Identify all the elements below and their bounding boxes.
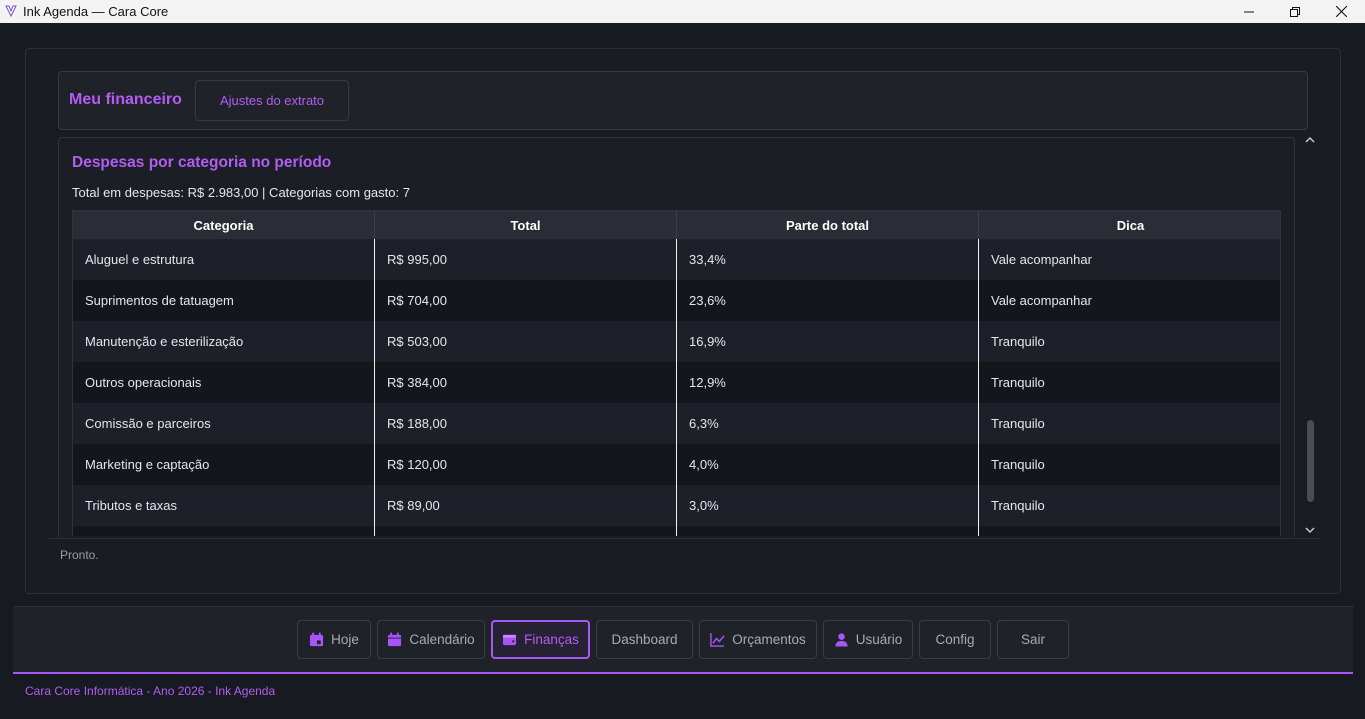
nav-label: Hoje [331,632,359,647]
nav-orcamentos-button[interactable]: Orçamentos [699,620,817,659]
brand-title: Meu financeiro [69,91,182,108]
wallet-icon [503,634,517,646]
app-logo-icon [5,5,17,18]
table-row[interactable]: Suprimentos de tatuagem R$ 704,00 23,6% … [73,280,1280,321]
cell-parte: 12,9% [677,362,979,403]
cell-categoria: Outros operacionais [73,362,375,403]
table-header: Categoria Total Parte do total Dica [73,211,1280,239]
calendar-day-icon [310,632,324,647]
cell-dica: Vale acompanhar [991,293,1092,308]
nav-hoje-button[interactable]: Hoje [297,620,371,659]
nav-label: Config [935,632,975,647]
table-row[interactable] [73,526,1280,536]
column-header-parte[interactable]: Parte do total [677,211,979,239]
footer-text: Cara Core Informática - Ano 2026 - Ink A… [25,684,276,698]
cell-categoria: Manutenção e esterilização [73,321,375,362]
cell-total: R$ 188,00 [375,403,677,444]
cell-parte: 6,3% [677,403,979,444]
expense-summary: Total em despesas: R$ 2.983,00 | Categor… [72,185,410,200]
nav-label: Orçamentos [732,632,806,647]
column-header-dica[interactable]: Dica [979,211,1280,239]
nav-sair-button[interactable]: Sair [997,620,1069,659]
restore-icon [1290,6,1300,17]
table-row[interactable]: Manutenção e esterilização R$ 503,00 16,… [73,321,1280,362]
cell-categoria: Comissão e parceiros [73,403,375,444]
nav-label: Sair [1020,632,1045,647]
cell-categoria: Aluguel e estrutura [73,239,375,280]
cell-dica: Tranquilo [991,416,1045,431]
cell-categoria [73,526,375,536]
table-row[interactable]: Aluguel e estrutura R$ 995,00 33,4% Vale… [73,239,1280,280]
divider [47,538,1319,539]
accent-divider [13,672,1353,674]
nav-dashboard-button[interactable]: Dashboard [596,620,693,659]
window-title: Ink Agenda — Cara Core [23,4,169,19]
table-row[interactable]: Comissão e parceiros R$ 188,00 6,3% Tran… [73,403,1280,444]
cell-parte [677,526,979,536]
cell-total: R$ 384,00 [375,362,677,403]
scrollbar-thumb[interactable] [1307,420,1314,502]
cell-parte: 23,6% [677,280,979,321]
cell-total: R$ 89,00 [375,485,677,526]
user-icon [835,633,848,647]
maximize-button[interactable] [1272,0,1318,23]
column-header-total[interactable]: Total [375,211,677,239]
cell-total: R$ 120,00 [375,444,677,485]
cell-parte: 4,0% [677,444,979,485]
cell-categoria: Marketing e captação [73,444,375,485]
chart-line-icon [710,632,725,647]
cell-categoria: Suprimentos de tatuagem [73,280,375,321]
nav-label: Finanças [524,632,579,647]
minimize-button[interactable] [1226,0,1272,23]
close-button[interactable] [1318,0,1364,23]
chevron-up-icon [1305,136,1315,143]
table-row[interactable]: Tributos e taxas R$ 89,00 3,0% Tranquilo [73,485,1280,526]
title-bar: Ink Agenda — Cara Core [0,0,1365,23]
expenses-table: Categoria Total Parte do total Dica Alug… [72,210,1281,536]
cell-dica: Tranquilo [991,334,1045,349]
cell-parte: 33,4% [677,239,979,280]
cell-dica: Tranquilo [991,498,1045,513]
table-row[interactable]: Marketing e captação R$ 120,00 4,0% Tran… [73,444,1280,485]
cell-total: R$ 503,00 [375,321,677,362]
nav-label: Calendário [409,632,475,647]
nav-label: Dashboard [611,632,678,647]
calendar-icon [388,632,402,647]
table-body: Aluguel e estrutura R$ 995,00 33,4% Vale… [73,239,1280,536]
column-header-categoria[interactable]: Categoria [73,211,375,239]
nav-label: Usuário [855,632,903,647]
cell-total [375,526,677,536]
cell-parte: 16,9% [677,321,979,362]
cell-dica: Vale acompanhar [991,252,1092,267]
cell-dica [979,526,1280,536]
section-title: Despesas por categoria no período [72,154,332,171]
nav-config-button[interactable]: Config [919,620,991,659]
cell-total: R$ 704,00 [375,280,677,321]
scroll-up-arrow-icon[interactable] [1302,131,1318,147]
status-text: Pronto. [60,548,99,562]
scroll-down-arrow-icon[interactable] [1302,522,1318,538]
close-icon [1335,6,1347,17]
chevron-down-icon [1305,527,1315,534]
cell-categoria: Tributos e taxas [73,485,375,526]
cell-total: R$ 995,00 [375,239,677,280]
nav-financas-button[interactable]: Finanças [491,620,590,659]
nav-calendario-button[interactable]: Calendário [377,620,485,659]
cell-dica: Tranquilo [991,375,1045,390]
cell-dica: Tranquilo [991,457,1045,472]
cell-parte: 3,0% [677,485,979,526]
tab-ajustes-extrato[interactable]: Ajustes do extrato [195,80,349,121]
nav-usuario-button[interactable]: Usuário [823,620,913,659]
minimize-icon [1244,11,1254,12]
table-row[interactable]: Outros operacionais R$ 384,00 12,9% Tran… [73,362,1280,403]
